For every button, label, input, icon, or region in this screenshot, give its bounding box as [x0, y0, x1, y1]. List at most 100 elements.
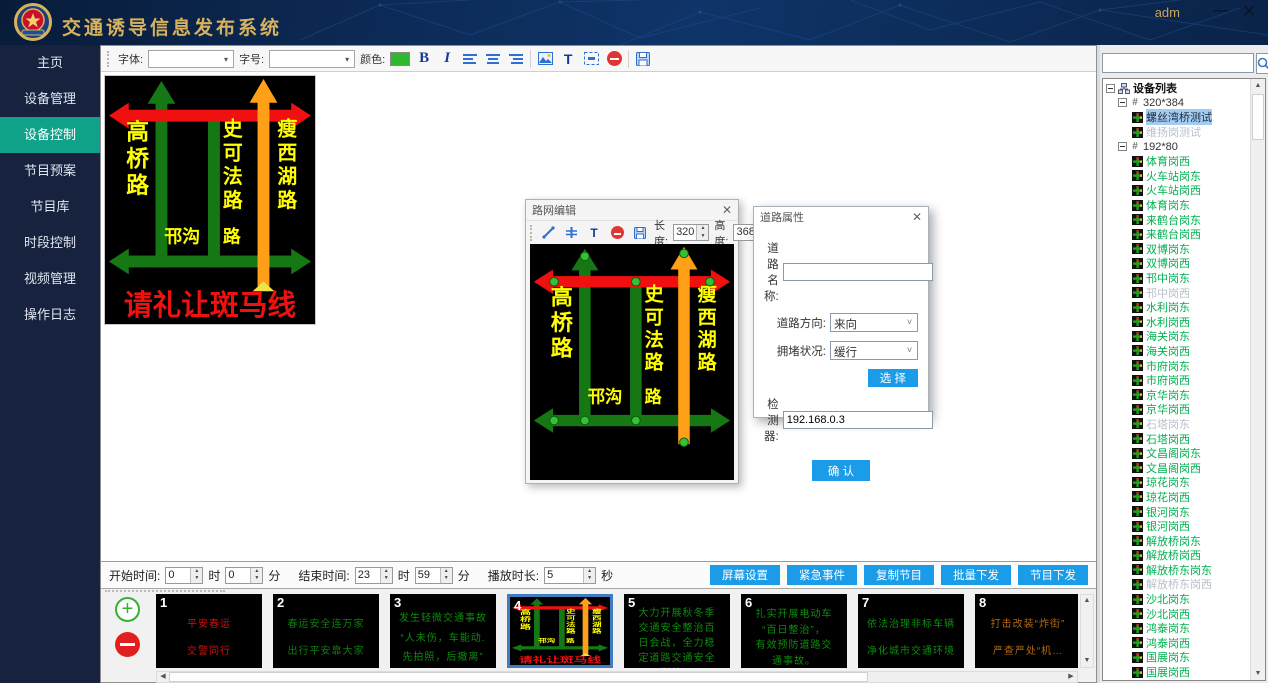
device-tree-item[interactable]: 邗中岗西 — [1104, 285, 1249, 300]
device-tree-item[interactable]: 来鹤台岗西 — [1104, 227, 1249, 242]
user-menu[interactable]: adm — [1155, 5, 1180, 20]
device-tree-item[interactable]: 文昌阁岗东 — [1104, 446, 1249, 461]
spin-down-icon[interactable]: ▼ — [697, 233, 708, 241]
italic-button[interactable]: I — [438, 50, 456, 68]
scroll-down-icon[interactable]: ▼ — [1081, 655, 1093, 667]
size-select[interactable]: ▾ — [269, 50, 355, 68]
screen-settings-button[interactable]: 屏幕设置 — [710, 565, 780, 585]
bold-button[interactable]: B — [415, 50, 433, 68]
start-hour-spinner[interactable]: 0 ▲▼ — [165, 567, 203, 584]
spin-up-icon[interactable]: ▲ — [441, 568, 452, 576]
send-program-button[interactable]: 节目下发 — [1018, 565, 1088, 585]
device-tree-item[interactable]: 体育岗东 — [1104, 198, 1249, 213]
copy-program-button[interactable]: 复制节目 — [864, 565, 934, 585]
device-tree-item[interactable]: 螺丝湾桥测试 — [1104, 110, 1249, 125]
sidebar-item-time-control[interactable]: 时段控制 — [0, 225, 100, 261]
sidebar-item-program-library[interactable]: 节目库 — [0, 189, 100, 225]
confirm-button[interactable]: 确 认 — [812, 460, 870, 481]
draw-line-button[interactable] — [539, 224, 557, 242]
splitter-grip[interactable] — [105, 590, 225, 593]
scrollbar-thumb[interactable] — [1252, 94, 1264, 140]
align-right-button[interactable] — [507, 50, 525, 68]
sidebar-item-device-control[interactable]: 设备控制 — [0, 117, 100, 153]
align-left-button[interactable] — [461, 50, 479, 68]
device-tree-item[interactable]: 国展岗东 — [1104, 650, 1249, 665]
tree-vertical-scrollbar[interactable]: ▲ ▼ — [1250, 79, 1265, 680]
save-network-button[interactable] — [631, 224, 649, 242]
device-tree-item[interactable]: 琼花岗西 — [1104, 490, 1249, 505]
duration-spinner[interactable]: 5 ▲▼ — [544, 567, 596, 584]
spin-up-icon[interactable]: ▲ — [381, 568, 392, 576]
color-swatch[interactable] — [390, 52, 410, 66]
device-tree-item[interactable]: 来鹤台岗东 — [1104, 212, 1249, 227]
playlist-horizontal-scrollbar[interactable]: ◀ ▶ — [156, 671, 1078, 683]
spin-up-icon[interactable]: ▲ — [697, 225, 708, 233]
spin-down-icon[interactable]: ▼ — [584, 575, 595, 583]
device-tree-item[interactable]: 石塔岗东 — [1104, 417, 1249, 432]
device-tree-item[interactable]: 邗中岗东 — [1104, 271, 1249, 286]
sidebar-item-video-management[interactable]: 视频管理 — [0, 261, 100, 297]
device-tree-item[interactable]: 水利岗东 — [1104, 300, 1249, 315]
device-tree-item[interactable]: 解放桥东岗东 — [1104, 563, 1249, 578]
close-icon[interactable]: ✕ — [722, 203, 732, 217]
sidebar-item-home[interactable]: 主页 — [0, 45, 100, 81]
collapse-icon[interactable] — [1106, 84, 1115, 93]
spin-up-icon[interactable]: ▲ — [584, 568, 595, 576]
playlist-item-6[interactable]: 6扎实开展电动车“百日整治”，有效预防道路交通事故。 — [741, 594, 847, 668]
dialog-titlebar[interactable]: 道路属性 ✕ — [754, 207, 928, 227]
device-tree-item[interactable]: 海关岗西 — [1104, 344, 1249, 359]
playlist-item-8[interactable]: 8打击改装“炸街”严查严处“机… — [975, 594, 1078, 668]
device-tree-item[interactable]: 京华岗东 — [1104, 387, 1249, 402]
delete-button[interactable] — [605, 50, 623, 68]
spin-up-icon[interactable]: ▲ — [251, 568, 262, 576]
start-minute-spinner[interactable]: 0 ▲▼ — [225, 567, 263, 584]
playlist-item-1[interactable]: 1平安春运交警同行 — [156, 594, 262, 668]
device-tree-item[interactable]: 银河岗东 — [1104, 504, 1249, 519]
playlist-item-7[interactable]: 7依法治理非标车辆净化城市交通环境 — [858, 594, 964, 668]
spin-down-icon[interactable]: ▼ — [381, 575, 392, 583]
toolbar-grip[interactable] — [530, 225, 532, 241]
scroll-up-icon[interactable]: ▲ — [1251, 79, 1265, 92]
detector-input[interactable] — [783, 411, 933, 429]
playlist-item-2[interactable]: 2春运安全连万家出行平安靠大家 — [273, 594, 379, 668]
emergency-event-button[interactable]: 紧急事件 — [787, 565, 857, 585]
device-tree-item[interactable]: 文昌阁岗西 — [1104, 460, 1249, 475]
tree-group-320x384[interactable]: #320*384 — [1104, 96, 1249, 111]
playlist-item-5[interactable]: 5大力开展秋冬季交通安全整治百日会战，全力稳定道路交通安全形势！ — [624, 594, 730, 668]
device-tree-item[interactable]: 火车站岗东 — [1104, 169, 1249, 184]
insert-text-button[interactable]: T — [559, 50, 577, 68]
remove-program-button[interactable] — [115, 632, 140, 657]
tree-group-192x80[interactable]: #192*80 — [1104, 139, 1249, 154]
sidebar-item-program-plan[interactable]: 节目预案 — [0, 153, 100, 189]
device-tree-item[interactable]: 琼花岗东 — [1104, 475, 1249, 490]
insert-image-button[interactable] — [536, 50, 554, 68]
spin-down-icon[interactable]: ▼ — [251, 575, 262, 583]
sidebar-item-operation-log[interactable]: 操作日志 — [0, 297, 100, 333]
device-tree-item[interactable]: 维扬岗测试 — [1104, 125, 1249, 140]
font-select[interactable]: ▾ — [148, 50, 234, 68]
device-tree-item[interactable]: 市府岗西 — [1104, 373, 1249, 388]
device-tree-item[interactable]: 解放桥岗西 — [1104, 548, 1249, 563]
road-direction-select[interactable]: 来向 ˅ — [830, 313, 918, 332]
scrollbar-thumb[interactable] — [169, 672, 868, 682]
design-canvas[interactable]: 高桥路史可法路瘦西湖路邗沟路请礼让斑马线 路网编辑 ✕ — [101, 72, 1096, 561]
device-tree-item[interactable]: 京华岗西 — [1104, 402, 1249, 417]
add-road-button[interactable] — [562, 224, 580, 242]
playlist-vertical-scrollbar[interactable]: ▲ ▼ — [1080, 594, 1094, 668]
device-tree-item[interactable]: 双博岗东 — [1104, 242, 1249, 257]
playlist-item-3[interactable]: 3发生轻微交通事故“人未伤，车能动.先拍照，后撤离” — [390, 594, 496, 668]
toolbar-grip[interactable] — [107, 51, 111, 67]
device-tree-item[interactable]: 体育岗西 — [1104, 154, 1249, 169]
scroll-right-icon[interactable]: ▶ — [1065, 672, 1077, 682]
close-icon[interactable]: ✕ — [1238, 2, 1260, 22]
device-search-input[interactable] — [1102, 53, 1254, 73]
collapse-icon[interactable] — [1118, 98, 1127, 107]
add-program-button[interactable]: + — [115, 597, 140, 622]
device-tree-item[interactable]: 石塔岗西 — [1104, 431, 1249, 446]
sidebar-item-device-management[interactable]: 设备管理 — [0, 81, 100, 117]
device-search-button[interactable] — [1256, 53, 1268, 74]
congestion-select[interactable]: 缓行 ˅ — [830, 341, 918, 360]
device-tree-item[interactable]: 国展岗西 — [1104, 665, 1249, 679]
device-tree-item[interactable]: 沙北岗西 — [1104, 606, 1249, 621]
delete-road-button[interactable] — [608, 224, 626, 242]
